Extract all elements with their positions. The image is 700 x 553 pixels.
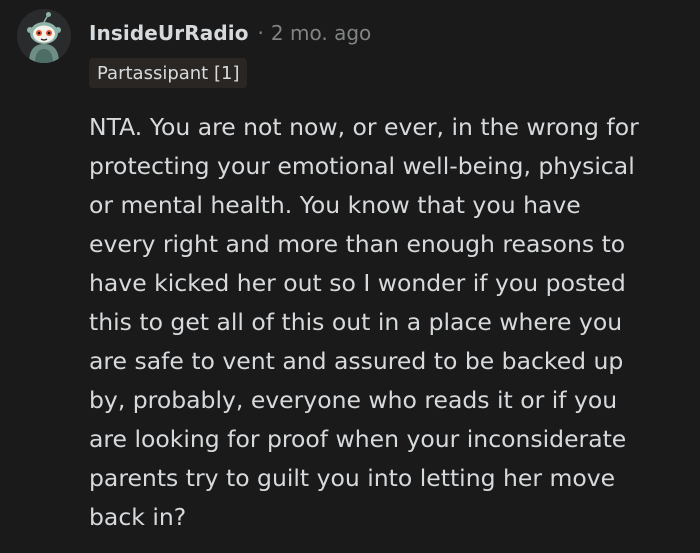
comment-body-line: are looking for proof when your inconsid… [89,425,627,453]
user-avatar[interactable] [17,9,71,63]
comment-body-line: or mental health. You know that you have [89,191,581,219]
comment-body-line: are safe to vent and assured to be backe… [89,347,624,375]
comment-body-line: every right and more than enough reasons… [89,230,626,258]
comment: InsideUrRadio · 2 mo. ago Partassipant [… [0,0,700,553]
comment-body-line: protecting your emotional well-being, ph… [89,152,635,180]
timestamp-link[interactable]: 2 mo. ago [271,21,371,45]
comment-body-line: parents try to guilt you into letting he… [89,464,616,492]
snoo-avatar-icon [17,9,71,63]
comment-header: InsideUrRadio · 2 mo. ago [89,18,371,48]
comment-body: NTA. You are not now, or ever, in the wr… [89,108,689,537]
user-flair: Partassipant [1] [89,58,248,88]
comment-body-line: by, probably, everyone who reads it or i… [89,386,618,414]
meta-separator: · [257,21,264,45]
comment-body-line: NTA. You are not now, or ever, in the wr… [89,113,639,141]
comment-body-line: this to get all of this out in a place w… [89,308,623,336]
comment-body-line: back in? [89,503,187,531]
comment-body-line: have kicked her out so I wonder if you p… [89,269,626,297]
username-link[interactable]: InsideUrRadio [89,21,249,45]
